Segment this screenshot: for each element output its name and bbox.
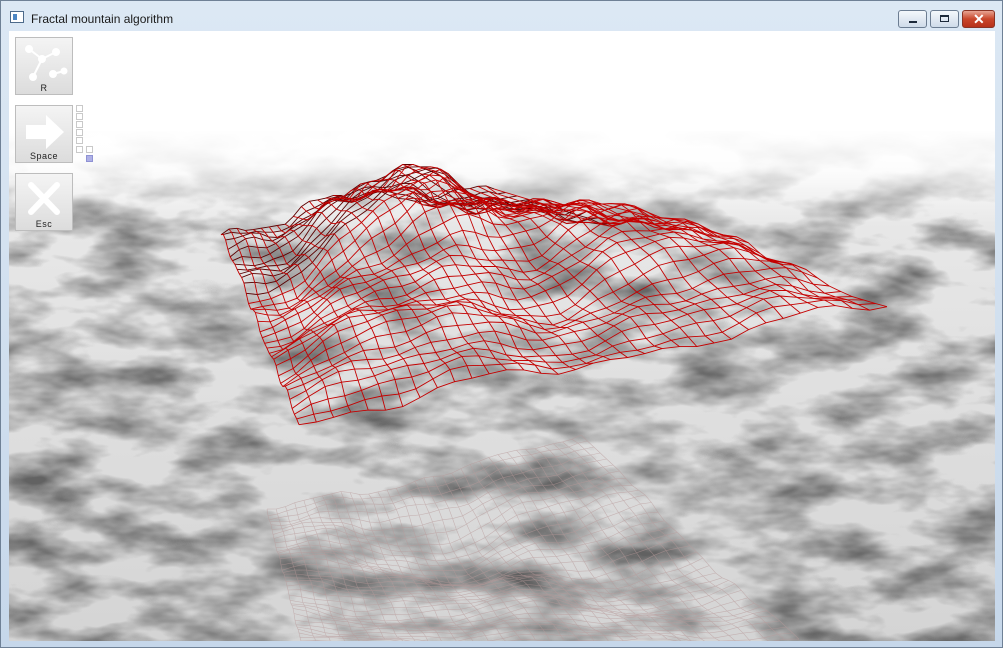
exit-button[interactable]: Esc [15,173,73,231]
render-viewport[interactable]: R Space Esc [9,31,995,641]
next-step-key-label: Space [29,151,59,161]
level-step [76,121,83,128]
title-bar[interactable]: Fractal mountain algorithm ✕ [1,1,1002,31]
randomize-key-label: R [40,83,48,93]
level-step [76,113,83,120]
minimize-button[interactable] [898,10,927,28]
level-step [76,105,83,112]
next-step-button[interactable]: Space [15,105,73,163]
close-window-button[interactable]: ✕ [962,10,995,28]
randomize-button[interactable]: R [15,37,73,95]
close-icon: ✕ [973,11,985,27]
window-title: Fractal mountain algorithm [31,12,174,26]
maximize-icon [940,15,949,22]
maximize-button[interactable] [930,10,959,28]
app-icon [10,11,24,23]
level-step [76,137,83,144]
app-window: Fractal mountain algorithm ✕ R Space Esc [0,0,1003,648]
level-step-current [86,155,93,162]
level-step [76,129,83,136]
close-x-icon [28,182,60,215]
exit-key-label: Esc [35,219,53,229]
3d-scene[interactable] [9,31,995,641]
arrow-right-icon [26,115,64,149]
minimize-icon [909,21,917,23]
level-step [86,146,93,153]
level-step [76,146,83,153]
scatter-points-icon [25,45,68,81]
